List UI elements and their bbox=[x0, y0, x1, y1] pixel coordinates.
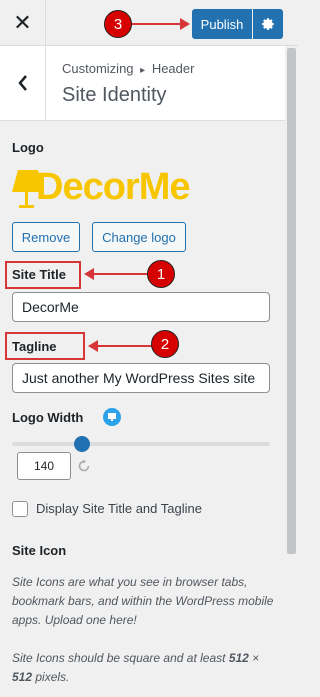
tagline-input[interactable]: Just another My WordPress Sites site bbox=[12, 363, 270, 393]
annotation-arrow-3 bbox=[132, 23, 180, 25]
logo-width-label: Logo Width bbox=[12, 410, 84, 425]
monitor-icon bbox=[108, 413, 116, 421]
remove-label: Remove bbox=[21, 229, 71, 245]
logo-width-input[interactable]: 140 bbox=[17, 452, 71, 480]
breadcrumb-prefix: Customizing bbox=[62, 61, 134, 76]
reset-icon[interactable] bbox=[76, 458, 92, 474]
display-title-tagline-label: Display Site Title and Tagline bbox=[36, 501, 202, 516]
annotation-badge-2: 2 bbox=[151, 330, 179, 358]
display-title-tagline-checkbox[interactable] bbox=[12, 501, 28, 517]
annotation-badge-1: 1 bbox=[147, 260, 175, 288]
site-title-label: Site Title bbox=[12, 267, 66, 282]
logo-text-part1: Decor bbox=[36, 165, 140, 208]
logo-text-part2: Me bbox=[138, 165, 191, 208]
logo-label: Logo bbox=[12, 140, 44, 155]
size-note-dim2: 512 bbox=[12, 670, 33, 684]
annotation-arrow-2 bbox=[96, 345, 152, 347]
close-button[interactable]: ✕ bbox=[0, 0, 46, 46]
annotation-arrow-1 bbox=[92, 273, 148, 275]
section-header: Customizing ▸ Header Site Identity bbox=[0, 46, 285, 121]
logo-width-slider-track[interactable] bbox=[12, 442, 270, 446]
scrollbar-thumb[interactable] bbox=[287, 48, 296, 554]
close-icon: ✕ bbox=[13, 10, 32, 35]
annotation-arrowhead-3 bbox=[180, 18, 190, 30]
remove-logo-button[interactable]: Remove bbox=[12, 222, 80, 252]
breadcrumb: Customizing ▸ Header bbox=[62, 61, 194, 76]
publish-settings-button[interactable] bbox=[253, 9, 283, 39]
change-logo-label: Change logo bbox=[102, 229, 176, 245]
logo-width-slider-handle[interactable] bbox=[73, 436, 90, 452]
back-button[interactable] bbox=[0, 46, 46, 120]
annotation-badge-3: 3 bbox=[104, 10, 132, 38]
publish-button[interactable]: Publish bbox=[192, 9, 252, 39]
size-note-times: × bbox=[248, 651, 260, 665]
responsive-device-button[interactable] bbox=[103, 408, 121, 426]
site-icon-size-note: Site Icons should be square and at least… bbox=[12, 649, 274, 687]
gear-icon bbox=[262, 18, 274, 30]
tagline-label: Tagline bbox=[12, 339, 57, 354]
logo-text: Decor Me bbox=[36, 164, 191, 210]
chevron-left-icon bbox=[17, 75, 27, 91]
publish-label: Publish bbox=[200, 16, 244, 32]
change-logo-button[interactable]: Change logo bbox=[92, 222, 186, 252]
breadcrumb-arrow-icon: ▸ bbox=[140, 65, 146, 76]
breadcrumb-section: Header bbox=[151, 61, 195, 76]
site-logo-image: Decor Me bbox=[12, 164, 212, 210]
page-title: Site Identity bbox=[62, 84, 167, 106]
size-note-suffix: pixels. bbox=[32, 670, 70, 684]
site-title-input[interactable]: DecorMe bbox=[12, 292, 270, 322]
site-icon-label: Site Icon bbox=[12, 543, 67, 558]
size-note-prefix: Site Icons should be square and at least bbox=[12, 651, 229, 665]
site-icon-description: Site Icons are what you see in browser t… bbox=[12, 575, 274, 627]
size-note-dim1: 512 bbox=[228, 651, 249, 665]
